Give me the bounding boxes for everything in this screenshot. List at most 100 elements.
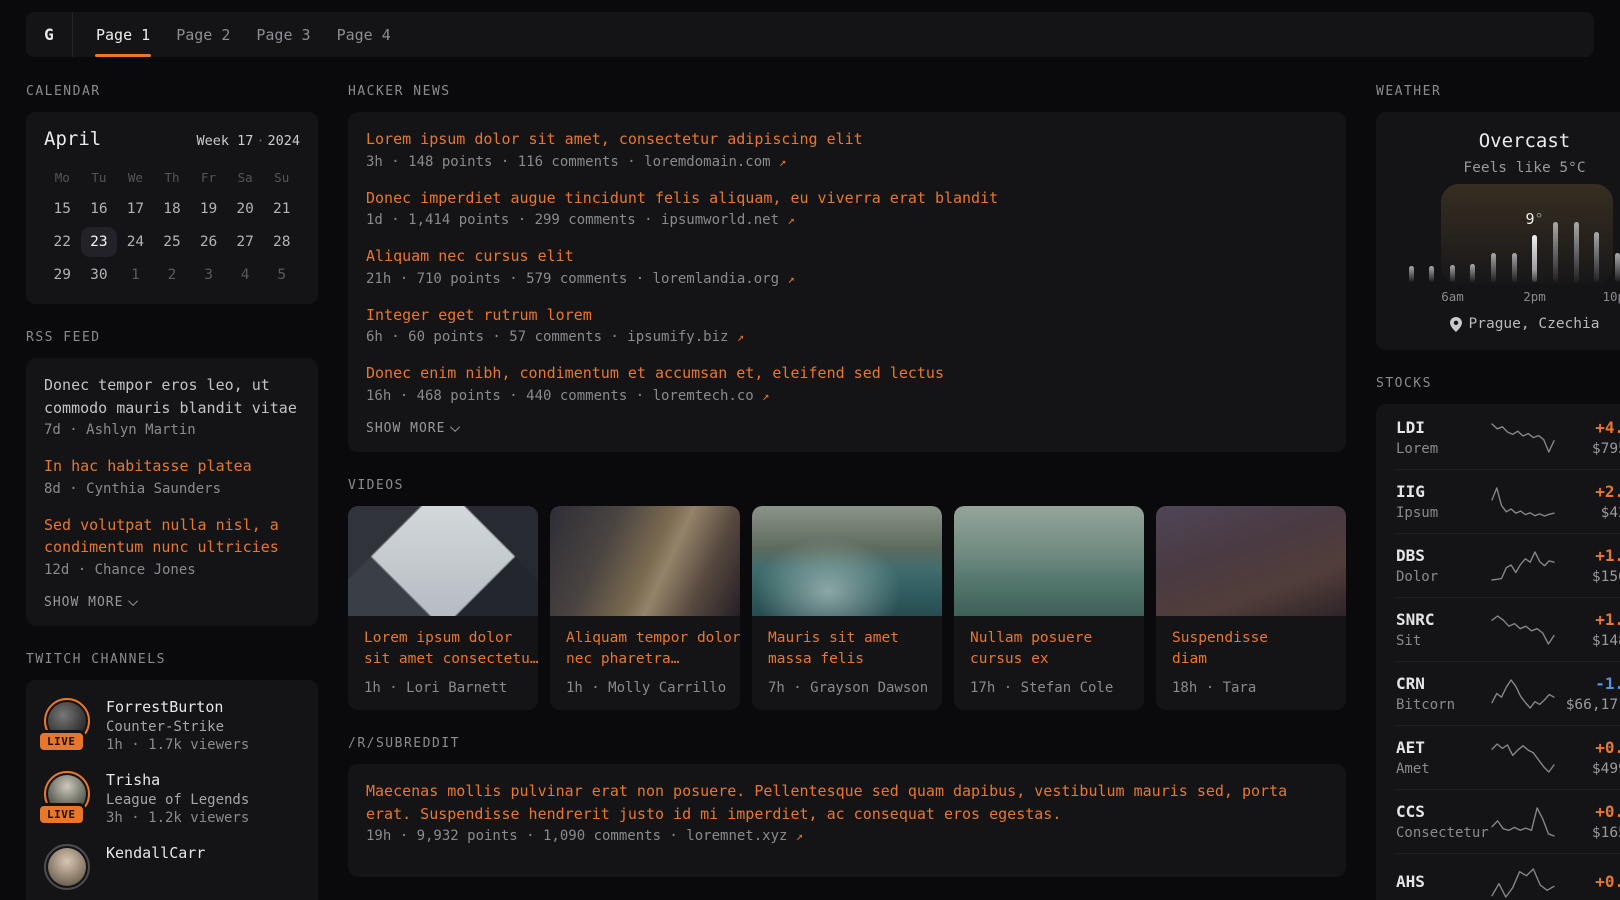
channel-viewers: 3h · 1.2k viewers: [106, 810, 249, 826]
video-body: Nullam posuerecursus ex 17h · Stefan Col…: [954, 616, 1144, 711]
hn-item: Aliquam nec cursus elit 21h · 710 points…: [366, 245, 1328, 287]
stock-id: DBSDolor: [1396, 546, 1489, 585]
hn-domain-link[interactable]: loremlandia.org: [653, 271, 779, 287]
twitch-channel-row[interactable]: KendallCarr: [44, 844, 300, 890]
stock-row[interactable]: IIGIpsum +2.84%$42.04: [1396, 469, 1620, 533]
tab-page-2[interactable]: Page 2: [163, 12, 243, 57]
rss-item-meta: 12d · Chance Jones: [44, 562, 300, 578]
stock-change: +2.84%: [1557, 482, 1620, 501]
video-title[interactable]: Nullam posuerecursus ex: [970, 628, 1128, 672]
weekday-label: Su: [263, 164, 300, 191]
twitch-channel-row[interactable]: LIVE ForrestBurton Counter-Strike 1h · 1…: [44, 698, 300, 753]
twitch-avatar-wrap: LIVE: [44, 771, 90, 817]
hn-domain-link[interactable]: loremdomain.com: [644, 154, 770, 170]
calendar-day-next-month: 4: [227, 260, 264, 290]
stock-row[interactable]: AHS +0.46%: [1396, 853, 1620, 900]
hn-item-meta: 3h · 148 points · 116 comments · loremdo…: [366, 154, 1328, 170]
left-column: CALENDAR April Week 17·2024 Mo Tu We Th …: [26, 84, 318, 900]
stock-row[interactable]: CCSConsectetur +0.51%$165.84: [1396, 789, 1620, 853]
twitch-channel-row[interactable]: LIVE Trisha League of Legends 3h · 1.2k …: [44, 771, 300, 826]
rss-item-link[interactable]: Donec tempor eros leo, ut commodo mauris…: [44, 374, 300, 419]
calendar-card: April Week 17·2024 Mo Tu We Th Fr Sa Su …: [26, 112, 318, 304]
stock-price: $795.18: [1557, 441, 1620, 457]
stock-symbol: IIG: [1396, 482, 1489, 501]
calendar-day: 28: [263, 227, 300, 257]
video-meta: 1h · Molly Carrillo: [566, 680, 724, 696]
weather-widget: WEATHER Overcast Feels like 5°C 9° 6am 2…: [1376, 84, 1620, 350]
calendar-year: 2024: [267, 133, 300, 149]
stock-id: AETAmet: [1396, 738, 1489, 777]
hn-item: Donec enim nibh, condimentum et accumsan…: [366, 362, 1328, 404]
channel-viewers: 1h · 1.7k viewers: [106, 737, 249, 753]
reddit-post-link[interactable]: Maecenas mollis pulvinar erat non posuer…: [366, 780, 1328, 825]
calendar-day: 25: [154, 227, 191, 257]
hn-show-more-button[interactable]: SHOW MORE: [366, 421, 1328, 436]
video-title[interactable]: Aliquam tempor dolornec pharetra…: [566, 628, 724, 672]
video-card[interactable]: Suspendissediam 18h · Tara: [1156, 506, 1346, 711]
calendar-day: 30: [81, 260, 118, 290]
hn-domain-link[interactable]: ipsumworld.net: [661, 212, 779, 228]
stock-row[interactable]: AETAmet +0.92%$499.72: [1396, 725, 1620, 789]
stock-row[interactable]: DBSDolor +1.42%$156.28: [1396, 533, 1620, 597]
stock-row[interactable]: LDILorem +4.35%$795.18: [1396, 406, 1620, 469]
stock-values: +4.35%$795.18: [1557, 418, 1620, 457]
degree-symbol: °: [1535, 210, 1544, 228]
hn-domain-link[interactable]: loremtech.co: [653, 388, 754, 404]
weather-bars: [1401, 218, 1620, 282]
hn-item-link[interactable]: Aliquam nec cursus elit: [366, 245, 1328, 268]
video-thumbnail[interactable]: [550, 506, 740, 616]
video-title-line: sit amet consectetu…: [364, 651, 538, 667]
weather-bar: [1532, 235, 1537, 282]
calendar-day: 15: [44, 194, 81, 224]
video-title[interactable]: Mauris sit ametmassa felis: [768, 628, 926, 672]
video-title[interactable]: Suspendissediam: [1172, 628, 1330, 672]
video-thumbnail[interactable]: [752, 506, 942, 616]
stock-id: CCSConsectetur: [1396, 802, 1489, 841]
video-title-line: cursus ex: [970, 651, 1049, 667]
video-card[interactable]: Lorem ipsum dolorsit amet consectetu… 1h…: [348, 506, 538, 711]
stock-row[interactable]: CRNBitcorn -1.00%$66,171.48: [1396, 661, 1620, 725]
video-thumbnail[interactable]: [1156, 506, 1346, 616]
avatar: [48, 848, 86, 886]
dashboard-page: G Page 1 Page 2 Page 3 Page 4 CALENDAR A…: [0, 0, 1620, 900]
videos-widget-title: VIDEOS: [348, 478, 1346, 493]
video-thumbnail[interactable]: [348, 506, 538, 616]
hn-item-link[interactable]: Donec imperdiet augue tincidunt felis al…: [366, 187, 1328, 210]
rss-item-link[interactable]: Sed volutpat nulla nisl, a condimentum n…: [44, 514, 300, 559]
video-title[interactable]: Lorem ipsum dolorsit amet consectetu…: [364, 628, 522, 672]
hn-item-link[interactable]: Lorem ipsum dolor sit amet, consectetur …: [366, 128, 1328, 151]
reddit-domain-link[interactable]: loremnet.xyz: [686, 828, 787, 844]
calendar-day: 29: [44, 260, 81, 290]
stock-values: +1.42%$156.28: [1557, 546, 1620, 585]
stock-name: Dolor: [1396, 569, 1489, 585]
stock-row[interactable]: SNRCSit +1.36%$148.64: [1396, 597, 1620, 661]
stock-id: LDILorem: [1396, 418, 1489, 457]
rss-item: Donec tempor eros leo, ut commodo mauris…: [44, 374, 300, 438]
video-thumbnail[interactable]: [954, 506, 1144, 616]
twitch-avatar-wrap: [44, 844, 90, 890]
video-card[interactable]: Nullam posuerecursus ex 17h · Stefan Col…: [954, 506, 1144, 711]
video-card[interactable]: Aliquam tempor dolornec pharetra… 1h · M…: [550, 506, 740, 711]
tab-page-1[interactable]: Page 1: [83, 12, 163, 57]
tab-page-4[interactable]: Page 4: [324, 12, 404, 57]
calendar-week: Week 17: [196, 133, 253, 149]
calendar-day: 27: [227, 227, 264, 257]
hn-domain-link[interactable]: ipsumify.biz: [627, 329, 728, 345]
calendar-week-year: Week 17·2024: [196, 133, 300, 149]
stock-sparkline: [1489, 485, 1557, 519]
channel-name: ForrestBurton: [106, 698, 249, 716]
video-card[interactable]: Mauris sit ametmassa felis 7h · Grayson …: [752, 506, 942, 711]
hn-item-link[interactable]: Integer eget rutrum lorem: [366, 304, 1328, 327]
top-nav: G Page 1 Page 2 Page 3 Page 4: [26, 12, 1594, 57]
stock-name: Amet: [1396, 761, 1489, 777]
rss-show-more-button[interactable]: SHOW MORE: [44, 595, 300, 610]
app-logo[interactable]: G: [26, 12, 73, 57]
weather-bar: [1553, 222, 1558, 282]
rss-item-link[interactable]: In hac habitasse platea: [44, 455, 300, 478]
time-label: 10pm: [1602, 289, 1620, 304]
tab-page-3[interactable]: Page 3: [243, 12, 323, 57]
hn-item-link[interactable]: Donec enim nibh, condimentum et accumsan…: [366, 362, 1328, 385]
calendar-separator-dot: ·: [253, 133, 267, 149]
nav-tabs: Page 1 Page 2 Page 3 Page 4: [73, 12, 404, 57]
stock-symbol: SNRC: [1396, 610, 1489, 629]
